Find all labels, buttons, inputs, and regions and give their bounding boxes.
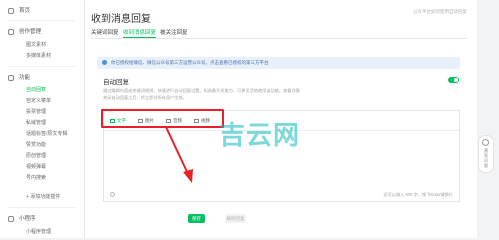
help-float-button[interactable]: 遇到问题 [478,135,494,173]
help-label: 遇到问题 [484,149,488,168]
question-icon [482,139,489,146]
arrow-head [183,169,193,183]
watermark-text: 吉云网 [219,120,301,150]
arrow-shaft [165,126,190,177]
